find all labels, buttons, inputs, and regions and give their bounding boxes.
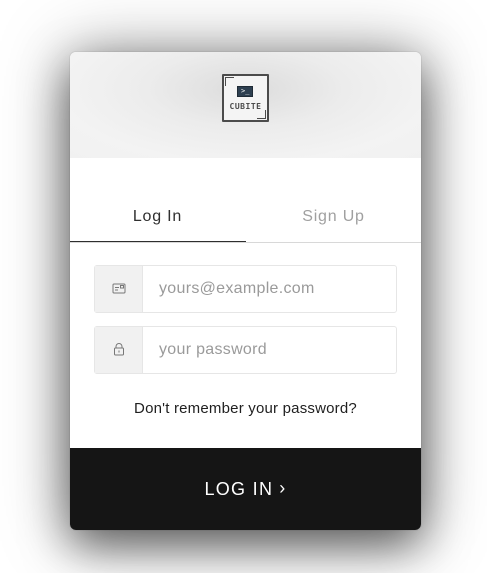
login-screen: >_ CUBITE Log In Sign Up yours@example.c… <box>0 0 487 573</box>
lock-icon <box>114 342 124 356</box>
chevron-right-icon: › <box>279 478 287 498</box>
tab-log-in[interactable]: Log In <box>70 198 245 242</box>
tab-sign-up[interactable]: Sign Up <box>246 198 421 242</box>
log-in-button[interactable]: LOG IN › <box>70 448 421 530</box>
forgot-password-link[interactable]: Don't remember your password? <box>70 400 421 417</box>
log-in-label: LOG IN <box>204 479 274 499</box>
email-icon-box <box>95 266 143 312</box>
email-field <box>94 265 397 313</box>
active-tab-indicator <box>70 241 246 242</box>
email-icon <box>112 283 126 294</box>
terminal-prompt: >_ <box>241 87 250 95</box>
password-input[interactable] <box>143 327 396 373</box>
modal-header: >_ CUBITE <box>70 52 421 158</box>
cubite-logo: >_ CUBITE <box>222 74 269 122</box>
submit-content: LOG IN › <box>70 448 421 530</box>
password-field <box>94 326 397 374</box>
logo-frame <box>222 74 269 122</box>
email-input[interactable] <box>143 266 396 312</box>
terminal-icon: >_ <box>237 86 253 97</box>
password-icon-box <box>95 327 143 373</box>
login-modal: >_ CUBITE Log In Sign Up yours@example.c… <box>70 52 421 530</box>
logo-wordmark: CUBITE <box>229 102 262 111</box>
auth-tabs: Log In Sign Up <box>70 198 421 243</box>
